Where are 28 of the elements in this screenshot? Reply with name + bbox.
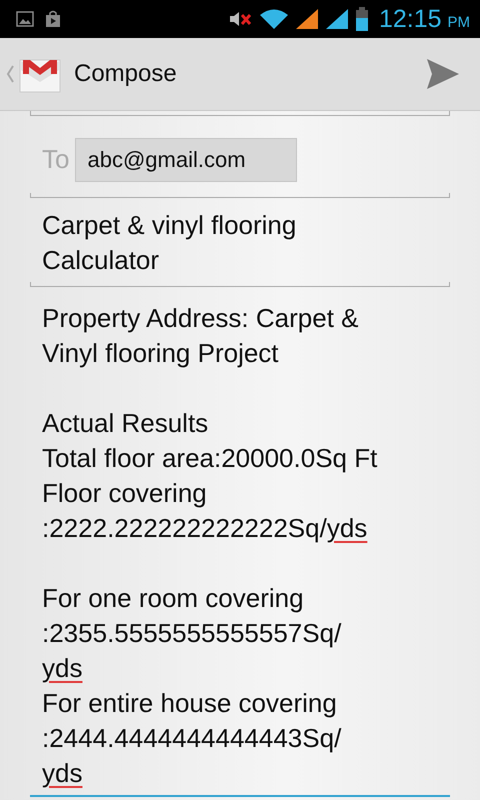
wifi-icon — [258, 8, 289, 30]
body-text: Actual Results — [42, 407, 210, 440]
body-text: :2444.4444444444443Sq/ — [42, 722, 342, 755]
to-label: To — [42, 144, 70, 175]
body-text: :2222.222222222222Sq/yds — [42, 512, 368, 545]
recipient-chip[interactable]: abc@gmail.com — [75, 138, 297, 182]
signal-icon — [324, 8, 349, 30]
body-text: yds — [42, 757, 84, 790]
battery-icon — [354, 7, 369, 31]
store-bag-icon — [44, 10, 62, 28]
signal-icon — [294, 8, 319, 30]
subject-field[interactable]: Carpet & vinyl flooring Calculator — [30, 198, 450, 287]
body-text: For entire house covering — [42, 687, 338, 720]
body-text: Total floor area:20000.0Sq Ft — [42, 442, 378, 475]
body-text: :2355.5555555555557Sq/ — [42, 617, 342, 650]
body-text: Floor covering — [42, 477, 208, 510]
body-text: Vinyl flooring Project — [42, 337, 280, 370]
muted-speaker-icon — [228, 10, 253, 28]
body-text: yds — [42, 652, 84, 685]
body-text: Property Address: Carpet & — [42, 302, 360, 335]
subject-text: Carpet & vinyl flooring — [42, 209, 298, 242]
clock-period: PM — [448, 14, 470, 30]
clock-time: 12:15 — [378, 4, 442, 34]
send-icon[interactable] — [426, 58, 460, 90]
picture-icon — [16, 11, 34, 27]
subject-text: Calculator — [42, 244, 160, 277]
screen-title: Compose — [74, 60, 178, 88]
body-text: For one room covering — [42, 582, 305, 615]
